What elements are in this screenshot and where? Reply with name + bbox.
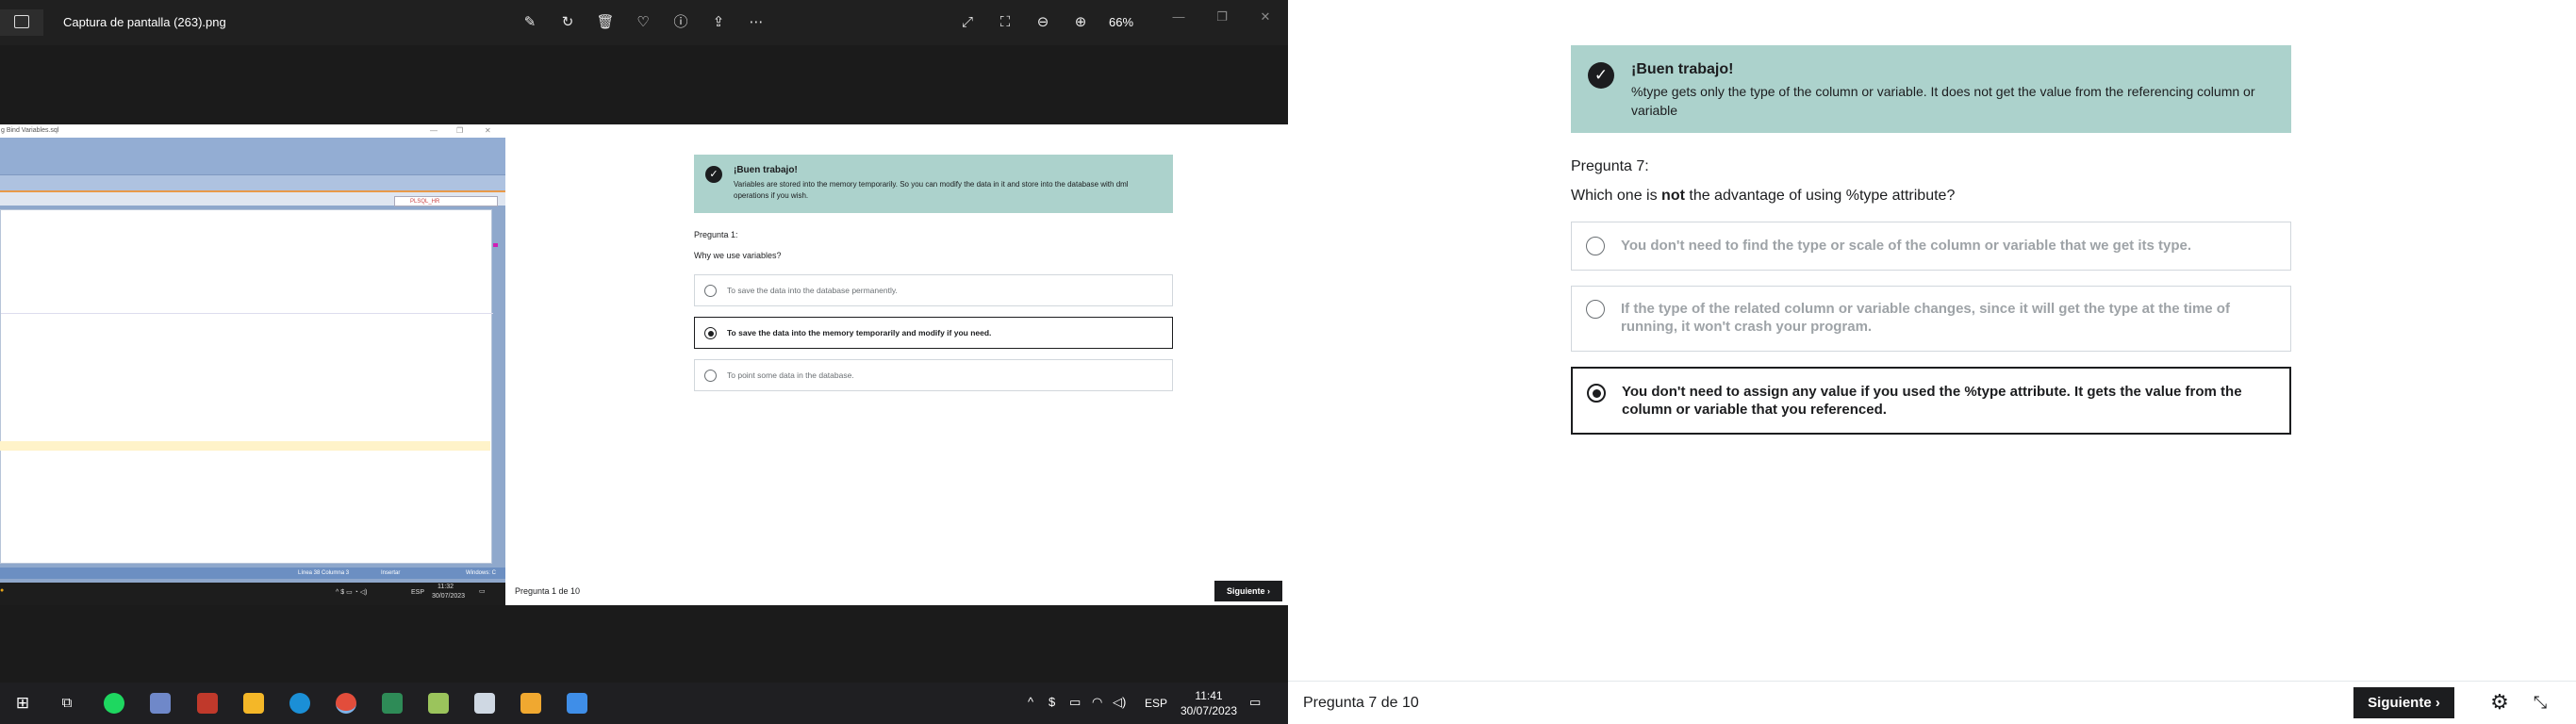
app-icon[interactable] <box>197 693 218 714</box>
volume-icon[interactable]: ◁) <box>1113 695 1126 710</box>
maximize-button[interactable]: ❐ <box>1211 8 1233 26</box>
radio-icon[interactable] <box>1586 300 1605 319</box>
edit-icon[interactable]: ✎ <box>520 13 539 32</box>
minimize-button[interactable]: — <box>1167 8 1190 26</box>
embedded-taskbar: ● ^ $ ▭ ◔ ◁) ESP 11:32 30/07/2023 ▭ <box>0 583 505 605</box>
rotate-icon[interactable]: ↻ <box>558 13 577 32</box>
embedded-next-button: Siguiente › <box>1214 581 1282 601</box>
check-icon: ✓ <box>705 166 722 183</box>
edge-icon[interactable] <box>289 693 310 714</box>
file-explorer-icon[interactable] <box>243 693 264 714</box>
task-view-icon[interactable]: ⧉ <box>57 693 77 714</box>
fullscreen-icon[interactable]: ⤢ <box>958 13 977 32</box>
close-button[interactable]: ✕ <box>1254 8 1277 26</box>
zoom-out-icon[interactable]: ⊖ <box>1033 13 1052 32</box>
embedded-success-alert: ✓ ¡Buen trabajo! Variables are stored in… <box>694 155 1173 213</box>
exit-fullscreen-icon[interactable]: ⤡ <box>2528 690 2552 715</box>
alert-text: %type gets only the type of the column o… <box>1631 84 2255 118</box>
zoom-in-icon[interactable]: ⊕ <box>1071 13 1090 32</box>
radio-icon <box>704 285 717 297</box>
editor-marker <box>493 243 498 247</box>
spotify-icon[interactable] <box>104 693 124 714</box>
notepad-icon[interactable] <box>428 693 449 714</box>
displayed-screenshot: g Bind Variables.sql — ❐ ✕ PLSQL_HR Líne… <box>0 124 1288 605</box>
ide-toolbar <box>0 138 505 175</box>
share-icon[interactable]: ⇪ <box>709 13 728 32</box>
notes-icon[interactable] <box>150 693 171 714</box>
ide-status-bar: Línea 38 Columna 3 Insertar Windows: C <box>0 568 505 579</box>
embedded-quiz: ✓ ¡Buen trabajo! Variables are stored in… <box>505 124 1288 605</box>
input-language[interactable]: ESP <box>1145 697 1167 710</box>
sql-editor <box>0 209 493 564</box>
battery-icon[interactable]: ▭ <box>1069 695 1081 710</box>
question-number: Pregunta 7: <box>1571 158 1649 174</box>
answer-option-1[interactable]: You don't need to find the type or scale… <box>1571 222 2291 271</box>
answer-option-2[interactable]: If the type of the related column or var… <box>1571 286 2291 352</box>
tray-dollar-icon[interactable]: $ <box>1049 695 1055 709</box>
more-icon[interactable]: ⋯ <box>747 13 766 32</box>
box-icon[interactable] <box>474 693 495 714</box>
notifications-icon[interactable]: ▭ <box>1249 695 1261 710</box>
photo-viewer-window: Captura de pantalla (263).png ✎ ↻ 🗑 ♡ ⓘ … <box>0 0 1288 724</box>
settings-gear-icon[interactable]: ⚙ <box>2487 690 2512 715</box>
radio-selected-icon <box>704 327 717 339</box>
file-name: Captura de pantalla (263).png <box>63 15 226 29</box>
viewer-titlebar: Captura de pantalla (263).png ✎ ↻ 🗑 ♡ ⓘ … <box>0 0 1288 45</box>
embedded-option-1: To save the data into the database perma… <box>694 274 1173 306</box>
chrome-icon[interactable] <box>336 693 356 714</box>
zoom-level[interactable]: 66% <box>1109 15 1133 29</box>
windows-taskbar: ⊞ ⧉ ^ $ ▭ ◠ ◁) ESP 11:41 30/07/2023 ▭ <box>0 683 1288 724</box>
ide-title: g Bind Variables.sql — ❐ ✕ <box>0 124 505 138</box>
fit-icon[interactable]: ⛶ <box>996 13 1015 32</box>
sql-developer-window: g Bind Variables.sql — ❐ ✕ PLSQL_HR Líne… <box>0 124 505 583</box>
success-alert: ✓ ¡Buen trabajo! %type gets only the typ… <box>1571 45 2291 133</box>
quiz-page: ✓ ¡Buen trabajo! %type gets only the typ… <box>1288 0 2576 724</box>
info-icon[interactable]: ⓘ <box>671 13 690 32</box>
embedded-option-3: To point some data in the database. <box>694 359 1173 391</box>
wifi-icon[interactable]: ◠ <box>1092 695 1102 710</box>
radio-selected-icon[interactable] <box>1587 384 1606 403</box>
alert-title: ¡Buen trabajo! <box>1631 61 1734 77</box>
delete-icon[interactable]: 🗑 <box>596 13 615 32</box>
photos-icon[interactable] <box>520 693 541 714</box>
photos-app-icon[interactable] <box>0 9 43 36</box>
next-button[interactable]: Siguiente › <box>2353 687 2454 718</box>
question-progress: Pregunta 7 de 10 <box>1303 695 1419 711</box>
check-icon: ✓ <box>1588 62 1614 89</box>
radio-icon <box>704 370 717 382</box>
connection-combo: PLSQL_HR <box>394 196 498 206</box>
embedded-progress: Pregunta 1 de 10 <box>515 586 581 596</box>
favorite-icon[interactable]: ♡ <box>634 13 652 32</box>
clock[interactable]: 11:41 30/07/2023 <box>1179 688 1239 718</box>
windows-start-icon[interactable]: ⊞ <box>12 693 33 714</box>
question-text: Which one is not the advantage of using … <box>1571 188 1956 204</box>
current-line-highlight <box>0 441 490 451</box>
embedded-question-text: Why we use variables? <box>694 251 782 260</box>
quiz-footer: Pregunta 7 de 10 Siguiente › ⚙ ⤡ <box>1288 681 2576 724</box>
radio-icon[interactable] <box>1586 237 1605 255</box>
calendar-icon[interactable] <box>382 693 403 714</box>
answer-option-3[interactable]: You don't need to assign any value if yo… <box>1571 367 2291 435</box>
embedded-option-2: To save the data into the memory tempora… <box>694 317 1173 349</box>
photo-viewer-icon[interactable] <box>567 693 587 714</box>
embedded-question-number: Pregunta 1: <box>694 230 738 239</box>
ide-tabs <box>0 175 505 192</box>
tray-chevron-icon[interactable]: ^ <box>1028 695 1033 709</box>
